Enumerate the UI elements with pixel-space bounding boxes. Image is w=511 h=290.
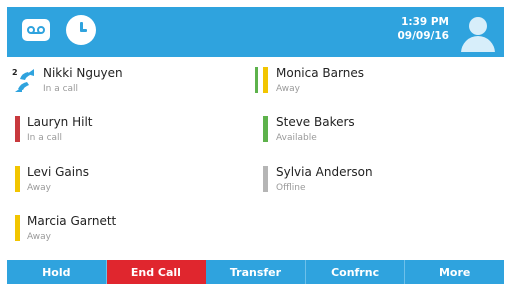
contact-levi-gains[interactable]: Levi Gains Away (7, 160, 237, 208)
contact-name: Steve Bakers (276, 115, 355, 129)
contact-name: Levi Gains (27, 165, 89, 179)
contact-status: In a call (43, 84, 79, 94)
contact-nikki-nguyen[interactable]: 2 Nikki Nguyen In a call (7, 61, 237, 109)
presence-indicator-secondary (255, 67, 258, 93)
conference-button[interactable]: Confrnc (306, 260, 406, 284)
contact-name: Lauryn Hilt (27, 115, 93, 129)
time-label: 1:39 PM (401, 16, 449, 28)
date-label: 09/09/16 (397, 30, 449, 42)
contact-status: In a call (27, 133, 63, 143)
presence-indicator (263, 166, 268, 192)
clock: 1:39 PM 09/09/16 (397, 15, 449, 43)
presence-indicator (15, 116, 20, 142)
header-bar: 1:39 PM 09/09/16 (7, 7, 504, 57)
voicemail-icon[interactable] (22, 19, 50, 41)
hold-button[interactable]: Hold (7, 260, 107, 284)
contact-monica-barnes[interactable]: Monica Barnes Away (253, 61, 483, 109)
contact-status: Available (276, 133, 317, 143)
contact-lauryn-hilt[interactable]: Lauryn Hilt In a call (7, 110, 237, 158)
presence-indicator (263, 67, 268, 93)
contact-marcia-garnett[interactable]: Marcia Garnett Away (7, 209, 237, 257)
contact-status: Away (276, 84, 300, 94)
contact-status: Away (27, 183, 51, 193)
contact-name: Sylvia Anderson (276, 165, 373, 179)
contact-name: Monica Barnes (276, 66, 364, 80)
softkey-bar: Hold End Call Transfer Confrnc More (7, 260, 504, 284)
contact-status: Offline (276, 183, 306, 193)
call-transfer-icon: 2 (12, 68, 34, 92)
contact-status: Away (27, 232, 51, 242)
presence-indicator (263, 116, 268, 142)
contact-steve-bakers[interactable]: Steve Bakers Available (253, 110, 483, 158)
contact-name: Marcia Garnett (27, 214, 117, 228)
more-button[interactable]: More (405, 260, 504, 284)
recent-calls-icon[interactable] (66, 15, 96, 45)
presence-indicator (15, 166, 20, 192)
contact-sylvia-anderson[interactable]: Sylvia Anderson Offline (253, 160, 483, 208)
contact-name: Nikki Nguyen (43, 66, 123, 80)
presence-indicator (15, 215, 20, 241)
transfer-button[interactable]: Transfer (206, 260, 306, 284)
end-call-button[interactable]: End Call (106, 260, 207, 284)
phone-screen: 1:39 PM 09/09/16 2 Nikki Nguyen In a cal… (7, 7, 504, 284)
user-avatar-icon[interactable] (458, 12, 498, 52)
svg-text:2: 2 (12, 68, 18, 77)
